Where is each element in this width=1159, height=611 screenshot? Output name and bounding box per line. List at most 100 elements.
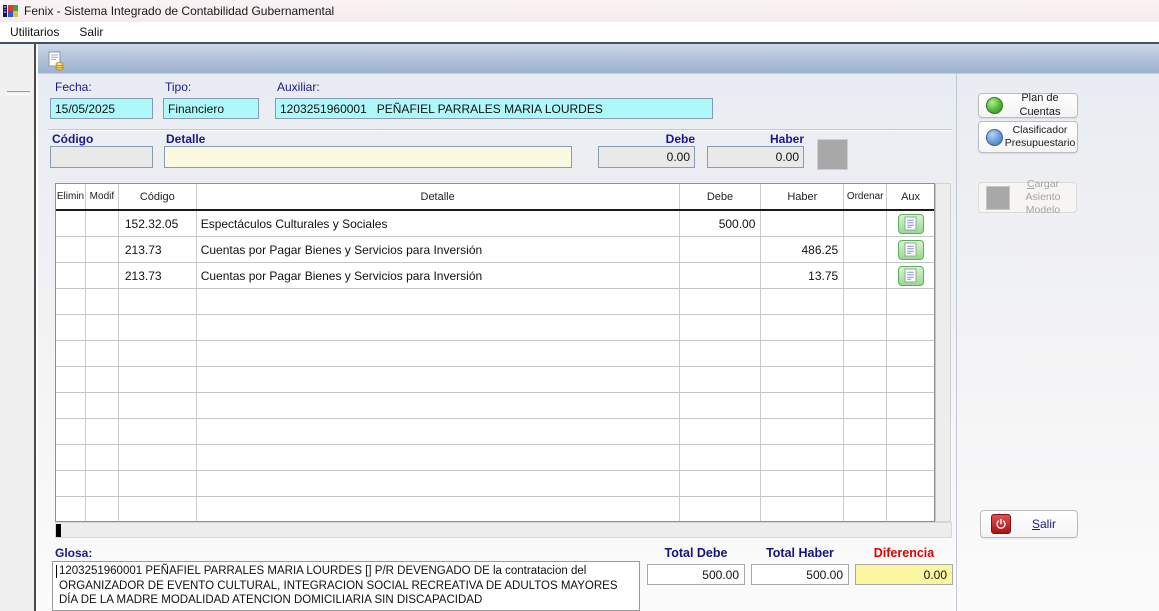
cell-codigo bbox=[119, 419, 197, 444]
column-header-modif[interactable]: Modif bbox=[86, 184, 119, 209]
new-journal-entry-icon[interactable] bbox=[46, 51, 66, 71]
grid-header: EliminModifCódigoDetalleDebeHaberOrdenar… bbox=[56, 184, 934, 211]
table-row[interactable]: 152.32.05Espectáculos Culturales y Socia… bbox=[56, 211, 934, 237]
cell-aux bbox=[887, 445, 934, 470]
detalle-input[interactable] bbox=[164, 146, 572, 168]
window-title: Fenix - Sistema Integrado de Contabilida… bbox=[24, 4, 334, 18]
table-row[interactable]: 213.73Cuentas por Pagar Bienes y Servici… bbox=[56, 263, 934, 289]
column-header-elimin[interactable]: Elimin bbox=[56, 184, 86, 209]
debe-label: Debe bbox=[598, 132, 695, 146]
cell-debe bbox=[680, 237, 762, 262]
aux-doc-icon bbox=[904, 242, 917, 257]
cell-modif bbox=[86, 497, 119, 522]
cell-aux bbox=[887, 393, 934, 418]
cargar-asiento-label-line1: Cargar Asiento bbox=[1010, 178, 1076, 204]
glosa-label: Glosa: bbox=[55, 546, 92, 560]
cell-modif bbox=[86, 341, 119, 366]
text-caret bbox=[56, 565, 57, 578]
table-row[interactable] bbox=[56, 471, 934, 497]
column-header-codigo[interactable]: Código bbox=[119, 184, 197, 209]
cell-elimin bbox=[56, 289, 86, 314]
menu-salir[interactable]: Salir bbox=[69, 23, 113, 41]
aux-button[interactable] bbox=[898, 266, 924, 286]
cell-debe bbox=[680, 497, 762, 522]
title-bar: Fenix - Sistema Integrado de Contabilida… bbox=[0, 0, 1159, 22]
app-icon bbox=[3, 3, 19, 19]
column-header-ordenar[interactable]: Ordenar bbox=[844, 184, 887, 209]
glosa-textarea[interactable]: 1203251960001 PEÑAFIEL PARRALES MARIA LO… bbox=[52, 561, 640, 611]
haber-label: Haber bbox=[707, 132, 804, 146]
cell-haber bbox=[761, 393, 844, 418]
cell-detalle: Cuentas por Pagar Bienes y Servicios par… bbox=[197, 263, 680, 288]
grid-vertical-scrollbar[interactable] bbox=[935, 183, 951, 522]
entries-grid[interactable]: EliminModifCódigoDetalleDebeHaberOrdenar… bbox=[55, 183, 935, 522]
cell-detalle bbox=[197, 315, 680, 340]
salir-label: Salir bbox=[1011, 517, 1077, 531]
fecha-field[interactable]: 15/05/2025 bbox=[50, 98, 153, 119]
grid-horizontal-scrollbar[interactable] bbox=[55, 522, 952, 538]
cell-modif bbox=[86, 471, 119, 496]
cell-elimin bbox=[56, 263, 86, 288]
cell-elimin bbox=[56, 497, 86, 522]
cell-aux bbox=[887, 315, 934, 340]
cell-modif bbox=[86, 393, 119, 418]
menu-bar: Utilitarios Salir bbox=[0, 22, 1159, 42]
cell-debe bbox=[680, 263, 762, 288]
cell-aux bbox=[887, 289, 934, 314]
table-row[interactable] bbox=[56, 393, 934, 419]
cell-aux bbox=[887, 237, 934, 262]
panel-divider bbox=[956, 74, 957, 611]
cell-detalle bbox=[197, 445, 680, 470]
detalle-label: Detalle bbox=[166, 132, 205, 146]
cell-detalle bbox=[197, 471, 680, 496]
table-row[interactable] bbox=[56, 289, 934, 315]
column-header-haber[interactable]: Haber bbox=[761, 184, 844, 209]
column-header-detalle[interactable]: Detalle bbox=[197, 184, 680, 209]
panel-grip[interactable] bbox=[7, 91, 30, 95]
aux-button[interactable] bbox=[898, 240, 924, 260]
table-row[interactable]: 213.73Cuentas por Pagar Bienes y Servici… bbox=[56, 237, 934, 263]
clasificador-label: Clasificador Presupuestario bbox=[1003, 124, 1077, 150]
table-row[interactable] bbox=[56, 419, 934, 445]
menu-utilitarios[interactable]: Utilitarios bbox=[0, 23, 69, 41]
debe-input[interactable]: 0.00 bbox=[598, 146, 695, 168]
salir-button[interactable]: Salir bbox=[980, 510, 1078, 538]
table-row[interactable] bbox=[56, 497, 934, 522]
hscroll-thumb[interactable] bbox=[56, 524, 61, 537]
cell-debe bbox=[680, 471, 762, 496]
add-entry-button[interactable] bbox=[817, 139, 848, 170]
plan-de-cuentas-button[interactable]: Plan de Cuentas bbox=[978, 93, 1078, 118]
cell-detalle bbox=[197, 419, 680, 444]
cell-ordenar bbox=[844, 471, 887, 496]
cell-aux bbox=[887, 341, 934, 366]
auxiliar-field[interactable]: 1203251960001 PEÑAFIEL PARRALES MARIA LO… bbox=[275, 98, 713, 119]
cell-elimin bbox=[56, 445, 86, 470]
left-collapsed-panel[interactable] bbox=[0, 44, 36, 611]
tipo-field[interactable]: Financiero bbox=[163, 98, 259, 119]
cell-haber bbox=[761, 445, 844, 470]
total-debe-value: 500.00 bbox=[647, 564, 745, 585]
aux-button[interactable] bbox=[898, 214, 924, 234]
haber-input[interactable]: 0.00 bbox=[707, 146, 804, 168]
table-row[interactable] bbox=[56, 341, 934, 367]
cell-haber bbox=[761, 341, 844, 366]
cell-ordenar bbox=[844, 497, 887, 522]
cell-aux bbox=[887, 471, 934, 496]
cell-codigo bbox=[119, 445, 197, 470]
codigo-input[interactable] bbox=[50, 146, 153, 168]
cell-detalle bbox=[197, 289, 680, 314]
column-header-debe[interactable]: Debe bbox=[680, 184, 762, 209]
cell-elimin bbox=[56, 315, 86, 340]
cargar-asiento-modelo-button[interactable]: Cargar Asiento Modelo bbox=[978, 182, 1077, 213]
cell-elimin bbox=[56, 471, 86, 496]
table-row[interactable] bbox=[56, 315, 934, 341]
cell-codigo: 152.32.05 bbox=[119, 211, 197, 236]
column-header-aux[interactable]: Aux bbox=[887, 184, 934, 209]
table-row[interactable] bbox=[56, 367, 934, 393]
clasificador-presupuestario-button[interactable]: Clasificador Presupuestario bbox=[978, 121, 1078, 153]
cell-aux bbox=[887, 419, 934, 444]
table-row[interactable] bbox=[56, 445, 934, 471]
codigo-label: Código bbox=[52, 132, 93, 146]
cell-debe bbox=[680, 289, 762, 314]
cell-haber bbox=[761, 289, 844, 314]
